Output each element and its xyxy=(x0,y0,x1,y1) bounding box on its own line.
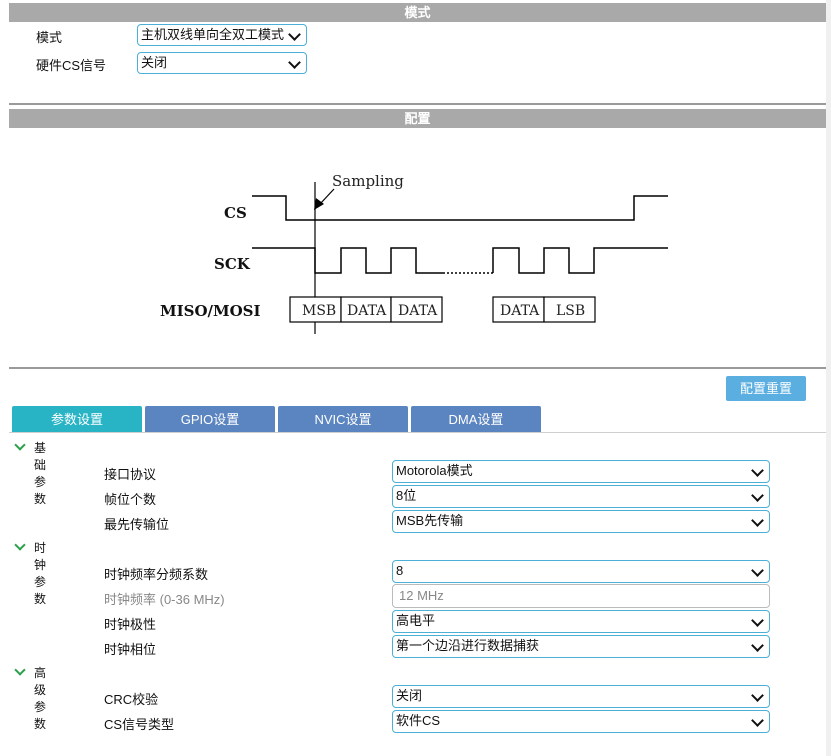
reset-config-button[interactable]: 配置重置 xyxy=(726,376,806,401)
cs-type-select[interactable]: 软件CS xyxy=(392,710,770,733)
param-label: 时钟相位 xyxy=(104,642,157,657)
chevron-down-icon xyxy=(751,514,764,527)
section-divider xyxy=(9,103,826,105)
chevron-down-icon xyxy=(751,489,764,502)
tab-underline xyxy=(9,432,826,433)
select-value: 8 xyxy=(396,563,404,578)
chevron-down-icon xyxy=(14,539,26,551)
config-section-header: 配置 xyxy=(9,109,826,128)
param-label: 接口协议 xyxy=(104,467,157,482)
select-value: Motorola模式 xyxy=(396,463,473,478)
chevron-down-icon xyxy=(288,28,301,41)
tab-gpio[interactable]: GPIO设置 xyxy=(145,406,275,433)
param-label: 帧位个数 xyxy=(104,492,157,507)
chevron-down-icon xyxy=(751,564,764,577)
spi-timing-diagram: Sampling CS SCK MISO/MOSI MSB DATA DATA … xyxy=(160,172,668,334)
clock-prescaler-select[interactable]: 8 xyxy=(392,560,770,583)
hardware-cs-select-value: 关闭 xyxy=(141,55,168,70)
chevron-down-icon xyxy=(288,56,301,69)
crc-select[interactable]: 关闭 xyxy=(392,685,770,708)
clock-frequency-field: 12 MHz xyxy=(392,584,770,608)
chevron-down-icon xyxy=(751,614,764,627)
select-value: 关闭 xyxy=(396,688,423,703)
data-cell-text: LSB xyxy=(556,303,585,319)
param-label: 时钟极性 xyxy=(104,617,157,632)
chevron-down-icon xyxy=(14,664,26,676)
first-bit-select[interactable]: MSB先传输 xyxy=(392,510,770,533)
hardware-cs-label: 硬件CS信号 xyxy=(36,58,107,73)
param-label: CS信号类型 xyxy=(104,717,175,732)
param-label: 时钟频率分频系数 xyxy=(104,567,209,582)
group-advanced-title: 高级参数 xyxy=(34,666,47,731)
param-label: CRC校验 xyxy=(104,692,159,707)
mode-label: 模式 xyxy=(36,30,63,45)
param-label: 最先传输位 xyxy=(104,517,170,532)
select-value: 第一个边沿进行数据捕获 xyxy=(396,638,540,653)
tab-parameters[interactable]: 参数设置 xyxy=(12,406,142,433)
data-cell-text: DATA xyxy=(500,303,540,319)
sck-waveform xyxy=(252,247,443,274)
section-divider xyxy=(9,367,826,369)
chevron-down-icon xyxy=(751,464,764,477)
group-basic-title: 基础参数 xyxy=(34,441,47,506)
hardware-cs-select[interactable]: 关闭 xyxy=(137,52,307,74)
mode-select[interactable]: 主机双线单向全双工模式 xyxy=(137,24,307,46)
clock-phase-select[interactable]: 第一个边沿进行数据捕获 xyxy=(392,635,770,658)
select-value: MSB先传输 xyxy=(396,513,464,528)
data-cell-text: MSB xyxy=(302,303,336,319)
miso-mosi-signal-label: MISO/MOSI xyxy=(160,302,261,320)
mode-select-value: 主机双线单向全双工模式 xyxy=(141,27,285,42)
mode-section-header: 模式 xyxy=(9,3,826,22)
interface-protocol-select[interactable]: Motorola模式 xyxy=(392,460,770,483)
sck-waveform-end xyxy=(492,247,668,274)
group-clock-title: 时钟参数 xyxy=(34,541,47,606)
tab-dma[interactable]: DMA设置 xyxy=(411,406,541,433)
chevron-down-icon xyxy=(751,639,764,652)
sampling-arrow xyxy=(319,188,335,205)
chevron-down-icon xyxy=(751,689,764,702)
chevron-down-icon xyxy=(751,714,764,727)
select-value: 8位 xyxy=(396,488,417,503)
sampling-label: Sampling xyxy=(332,172,404,190)
scrollbar[interactable] xyxy=(826,0,831,756)
select-value: 高电平 xyxy=(396,613,436,628)
data-cell-text: DATA xyxy=(398,303,438,319)
cs-signal-label: CS xyxy=(224,204,247,222)
clock-polarity-select[interactable]: 高电平 xyxy=(392,610,770,633)
select-value: 软件CS xyxy=(396,713,441,728)
sck-signal-label: SCK xyxy=(214,255,251,273)
data-cell-text: DATA xyxy=(347,303,387,319)
frame-bits-select[interactable]: 8位 xyxy=(392,485,770,508)
chevron-down-icon xyxy=(14,439,26,451)
tab-nvic[interactable]: NVIC设置 xyxy=(278,406,408,433)
param-label-disabled: 时钟频率 (0-36 MHz) xyxy=(104,592,225,607)
